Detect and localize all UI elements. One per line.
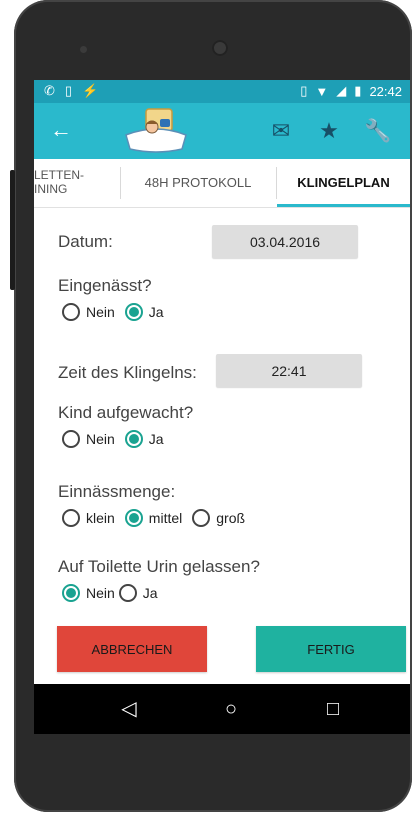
call-forward-icon: ✆ (44, 83, 55, 98)
toilette-radio-ja[interactable]: Ja (118, 584, 158, 602)
menge-radio-gross[interactable]: groß (192, 509, 245, 527)
radio-unchecked-icon (62, 430, 80, 448)
back-triangle-icon[interactable]: ◁ (116, 696, 142, 722)
app-bar: ← ✉ ★ 🔧 (34, 103, 410, 159)
radio-label: Nein (86, 431, 115, 447)
menge-radio-mittel[interactable]: mittel (124, 509, 183, 527)
zeit-field[interactable]: 22:41 (216, 354, 362, 387)
datum-field[interactable]: 03.04.2016 (212, 225, 358, 258)
eingenaesst-radio-ja[interactable]: Ja (124, 303, 164, 321)
phone-frame: ✆ ▯ ⚡ ▯ ▼ ◢ ▮ 22:42 ← ✉ ★ 🔧 LETTEN- ININ… (10, 0, 412, 812)
menge-label: Einnässmenge: (58, 482, 176, 501)
wrench-icon[interactable]: 🔧 (364, 119, 391, 143)
radio-label: Ja (148, 304, 164, 320)
radio-unchecked-icon (118, 584, 137, 602)
radio-label: Ja (148, 431, 164, 447)
done-button[interactable]: FERTIG (256, 626, 406, 672)
side-button (10, 170, 15, 290)
radio-unchecked-icon (62, 509, 80, 527)
aufgewacht-radio-group: Nein Ja (62, 430, 174, 448)
home-circle-icon[interactable]: ○ (218, 696, 244, 722)
radio-checked-icon (124, 430, 143, 448)
arrow-left-icon[interactable]: ← (48, 117, 74, 143)
camera (80, 46, 87, 53)
battery-icon: ▮ (354, 83, 362, 98)
tab-label: KLINGELPLAN (297, 174, 390, 190)
radio-label: Nein (86, 304, 115, 320)
zeit-label: Zeit des Klingelns: (58, 363, 197, 382)
tab-label: 48H PROTOKOLL (144, 174, 252, 190)
radio-label: Ja (142, 585, 158, 601)
status-bar: ✆ ▯ ⚡ ▯ ▼ ◢ ▮ 22:42 (34, 80, 410, 103)
speaker-grille (212, 40, 228, 56)
status-time: 22:42 (369, 83, 402, 99)
menge-radio-group: klein mittel groß (62, 509, 255, 527)
wifi-icon: ▼ (315, 83, 329, 99)
vibrate-icon: ▯ (300, 83, 308, 98)
radio-label: mittel (148, 510, 183, 526)
radio-label: Nein (86, 585, 115, 601)
radio-label: klein (86, 510, 115, 526)
status-left-icons: ✆ ▯ ⚡ (44, 83, 98, 99)
tab-indicator (277, 204, 410, 207)
radio-checked-icon (124, 303, 143, 321)
tab-toilettentraining[interactable]: LETTEN- INING (34, 159, 120, 205)
star-icon[interactable]: ★ (316, 119, 342, 143)
toilette-radio-group: Nein Ja (62, 584, 168, 602)
screen: ✆ ▯ ⚡ ▯ ▼ ◢ ▮ 22:42 ← ✉ ★ 🔧 LETTEN- ININ… (34, 80, 410, 734)
tab-label: LETTEN- INING (34, 168, 85, 196)
toilette-radio-nein[interactable]: Nein (62, 584, 115, 602)
aufgewacht-label: Kind aufgewacht? (58, 403, 194, 422)
bed-child-logo (125, 108, 187, 153)
cancel-button[interactable]: ABBRECHEN (57, 626, 207, 672)
no-flash-icon: ⚡ (82, 83, 99, 98)
mail-icon[interactable]: ✉ (268, 119, 294, 143)
eingenaesst-radio-nein[interactable]: Nein (62, 303, 115, 321)
radio-checked-icon (124, 509, 143, 527)
signal-icon: ◢ (336, 83, 347, 98)
eingenaesst-label: Eingenässt? (58, 276, 152, 295)
tab-bar: LETTEN- INING 48H PROTOKOLL KLINGELPLAN (34, 159, 410, 208)
radio-unchecked-icon (62, 303, 80, 321)
navigation-bar: ◁ ○ □ (34, 684, 410, 734)
tab-48h-protokoll[interactable]: 48H PROTOKOLL (120, 159, 276, 205)
eingenaesst-radio-group: Nein Ja (62, 303, 174, 321)
sd-card-icon: ▯ (64, 83, 73, 98)
klingelplan-form: Datum: 03.04.2016 Eingenässt? Nein Ja Ze… (34, 208, 410, 678)
tab-klingelplan[interactable]: KLINGELPLAN (277, 159, 410, 205)
radio-checked-icon (62, 584, 80, 602)
menge-radio-klein[interactable]: klein (62, 509, 115, 527)
aufgewacht-radio-nein[interactable]: Nein (62, 430, 115, 448)
radio-label: groß (216, 510, 246, 526)
toilette-label: Auf Toilette Urin gelassen? (58, 557, 260, 576)
aufgewacht-radio-ja[interactable]: Ja (124, 430, 164, 448)
radio-unchecked-icon (192, 509, 211, 527)
status-right-icons: ▯ ▼ ◢ ▮ 22:42 (300, 83, 402, 99)
datum-label: Datum: (58, 232, 113, 251)
recents-square-icon[interactable]: □ (320, 696, 346, 722)
phone-top-bezel (14, 0, 412, 80)
